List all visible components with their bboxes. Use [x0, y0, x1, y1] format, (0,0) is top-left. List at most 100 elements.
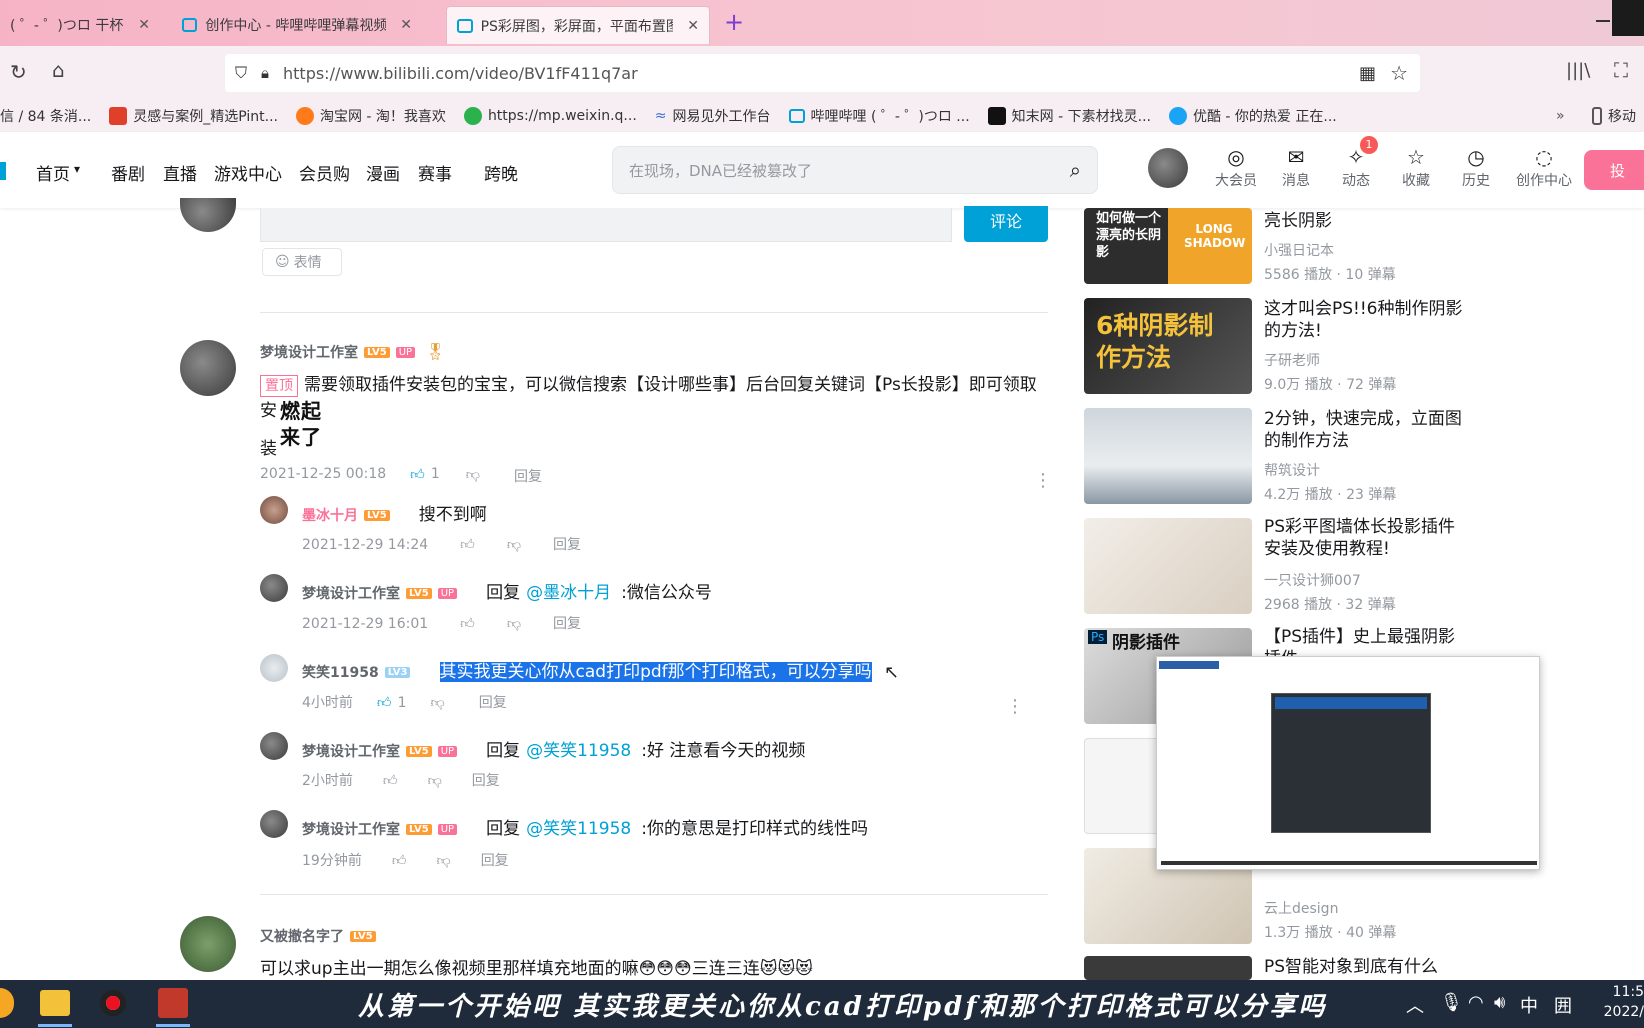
- shield-icon[interactable]: ⛉: [235, 63, 247, 83]
- username[interactable]: 又被撤名字了: [260, 929, 344, 945]
- video-thumbnail[interactable]: 如何做一个漂亮的长阴影 LONG SHADOW: [1084, 208, 1252, 284]
- mention-link[interactable]: @笑笑11958: [526, 741, 631, 761]
- like-icon[interactable]: 👍︎: [460, 616, 475, 632]
- dislike-icon[interactable]: 👎︎: [430, 695, 444, 711]
- dislike-icon[interactable]: 👎︎: [507, 537, 521, 553]
- clock[interactable]: 11:5 2022/: [1594, 982, 1644, 1022]
- pip-video-window[interactable]: [1156, 656, 1540, 870]
- emoji-button[interactable]: ☺ 表情: [262, 248, 342, 276]
- username[interactable]: 梦境设计工作室: [302, 822, 400, 838]
- window-control[interactable]: [1612, 0, 1644, 36]
- like-icon[interactable]: 👍︎: [383, 773, 398, 789]
- bookmark-item[interactable]: 移动: [1592, 106, 1636, 126]
- search-icon[interactable]: ⌕: [1070, 158, 1081, 182]
- volume-icon[interactable]: 🔊︎: [1494, 992, 1505, 1013]
- nav-esports[interactable]: 赛事: [418, 160, 452, 185]
- avatar[interactable]: [260, 496, 288, 524]
- mention-link[interactable]: @笑笑11958: [526, 819, 631, 839]
- nav-gala[interactable]: 跨晚: [484, 160, 518, 185]
- avatar[interactable]: [260, 654, 288, 682]
- nav-anime[interactable]: 番剧: [111, 160, 145, 185]
- nav-favorites[interactable]: ☆ 收藏: [1390, 144, 1442, 190]
- chevron-down-icon[interactable]: ▾: [74, 162, 80, 176]
- microphone-icon[interactable]: 🎙︎: [1440, 992, 1463, 1013]
- bookmark-item[interactable]: ≈ 网易见外工作台: [655, 106, 771, 126]
- like-icon[interactable]: 👍︎: [410, 466, 425, 486]
- nav-history[interactable]: ◷ 历史: [1450, 144, 1502, 190]
- bookmark-item[interactable]: 知末网 - 下素材找灵...: [987, 106, 1151, 126]
- upload-button[interactable]: 投: [1584, 150, 1644, 190]
- tab-creator-center[interactable]: 创作中心 - 哔哩哔哩弹幕视频网 ✕: [172, 6, 422, 44]
- input-method[interactable]: 中: [1520, 992, 1538, 1018]
- url-text[interactable]: https://www.bilibili.com/video/BV1fF411q…: [283, 64, 638, 83]
- video-thumbnail[interactable]: 6种阴影制作方法: [1084, 298, 1252, 394]
- video-author[interactable]: 子研老师: [1264, 350, 1320, 370]
- overflow-chevron-icon[interactable]: »: [1556, 108, 1565, 124]
- video-author[interactable]: 帮筑设计: [1264, 460, 1320, 480]
- nav-home[interactable]: 首页: [36, 160, 70, 185]
- username[interactable]: 笑笑11958: [302, 665, 379, 681]
- tab-bili-home[interactable]: ( ゜- ゜)つロ 干杯~-bili ✕: [0, 6, 160, 44]
- file-explorer-icon[interactable]: [40, 990, 70, 1016]
- reply-button[interactable]: 回复: [472, 773, 500, 789]
- avatar[interactable]: [180, 916, 236, 972]
- dislike-icon[interactable]: 👎︎: [428, 773, 442, 789]
- url-bar[interactable]: ⛉ 🔒︎ https://www.bilibili.com/video/BV1f…: [225, 54, 1420, 92]
- bookmark-item[interactable]: 优酷 - 你的热爱 正在...: [1168, 106, 1337, 126]
- video-title[interactable]: 这才叫会PS!!6种制作阴影的方法!: [1264, 298, 1464, 342]
- home-icon[interactable]: ⌂: [52, 58, 65, 82]
- video-title[interactable]: PS智能对象到底有什么: [1264, 956, 1464, 978]
- keyboard-icon[interactable]: 囲: [1554, 992, 1572, 1018]
- autocad-icon[interactable]: [158, 988, 188, 1018]
- more-icon[interactable]: ⋮: [1034, 470, 1052, 491]
- avatar[interactable]: [180, 340, 236, 396]
- dislike-icon[interactable]: 👎︎: [436, 853, 450, 869]
- video-title[interactable]: PS彩平图墙体长投影插件安装及使用教程!: [1264, 516, 1464, 560]
- lock-icon[interactable]: 🔒︎: [261, 64, 269, 82]
- like-icon[interactable]: 👍︎: [377, 695, 392, 711]
- reply-button[interactable]: 回复: [553, 537, 581, 553]
- qr-code-icon[interactable]: ▦: [1359, 63, 1376, 84]
- close-icon[interactable]: ✕: [400, 17, 412, 33]
- avatar[interactable]: [260, 810, 288, 838]
- nav-shop[interactable]: 会员购: [299, 160, 350, 185]
- reply-button[interactable]: 回复: [479, 695, 507, 711]
- avatar[interactable]: [260, 574, 288, 602]
- app-icon[interactable]: [0, 988, 14, 1018]
- search-input[interactable]: 在现场，DNA已经被篡改了 ⌕: [612, 146, 1098, 194]
- tray-chevron-icon[interactable]: ︿: [1406, 992, 1424, 1018]
- new-tab-button[interactable]: +: [724, 8, 744, 36]
- tab-ps-video[interactable]: PS彩屏图，彩屏面，平面布置图 ✕: [446, 6, 710, 44]
- username[interactable]: 梦境设计工作室: [260, 345, 358, 361]
- username[interactable]: 梦境设计工作室: [302, 744, 400, 760]
- bookmark-item[interactable]: 淘宝网 - 淘！我喜欢: [295, 106, 446, 126]
- nav-dynamics[interactable]: ✧ 动态 1: [1330, 136, 1382, 190]
- bookmark-item[interactable]: 信 / 84 条消...: [0, 106, 91, 126]
- star-icon[interactable]: ☆: [1390, 61, 1408, 85]
- bilibili-logo[interactable]: [0, 162, 6, 180]
- reply-button[interactable]: 回复: [514, 466, 542, 486]
- like-icon[interactable]: 👍︎: [392, 853, 407, 869]
- nav-messages[interactable]: ✉ 消息: [1270, 144, 1322, 190]
- submit-comment-button[interactable]: 评论: [964, 206, 1048, 242]
- nav-game[interactable]: 游戏中心: [214, 160, 282, 185]
- avatar[interactable]: [260, 732, 288, 760]
- bookmark-item[interactable]: 灵感与案例_精选Pint...: [109, 106, 278, 126]
- bookmark-item[interactable]: https://mp.weixin.q...: [463, 107, 637, 125]
- video-thumbnail[interactable]: [1084, 408, 1252, 504]
- video-thumbnail[interactable]: [1084, 956, 1252, 980]
- bookmark-item[interactable]: 哔哩哔哩 ( ゜- ゜)つロ ...: [788, 106, 970, 126]
- wifi-icon[interactable]: ◠: [1468, 992, 1484, 1013]
- video-title[interactable]: 亮长阴影: [1264, 210, 1464, 232]
- video-author[interactable]: 云上design: [1264, 898, 1338, 918]
- more-icon[interactable]: ⋮: [1006, 696, 1024, 717]
- username[interactable]: 梦境设计工作室: [302, 586, 400, 602]
- nav-live[interactable]: 直播: [163, 160, 197, 185]
- dislike-icon[interactable]: 👎︎: [466, 466, 480, 486]
- comment-textarea[interactable]: [260, 208, 952, 242]
- user-avatar[interactable]: [1148, 148, 1188, 188]
- reload-icon[interactable]: ↻: [10, 60, 27, 84]
- library-icon[interactable]: |||\: [1566, 60, 1590, 81]
- crop-icon[interactable]: ⛶: [1614, 58, 1628, 82]
- nav-vip[interactable]: ◎ 大会员: [1210, 144, 1262, 190]
